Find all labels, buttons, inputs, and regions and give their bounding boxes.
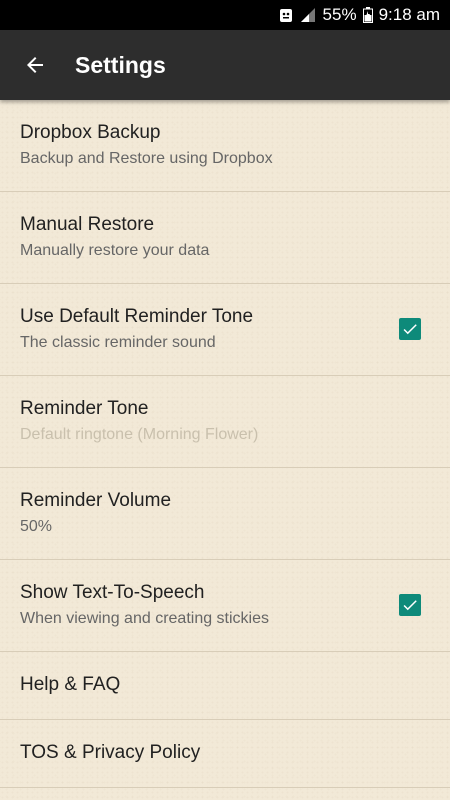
android-debug-icon (279, 7, 293, 23)
setting-tos-privacy[interactable]: TOS & Privacy Policy (0, 720, 450, 788)
setting-title: Reminder Tone (20, 398, 149, 419)
setting-reminder-volume[interactable]: Reminder Volume 50% (0, 468, 450, 560)
battery-percentage: 55% (322, 5, 357, 24)
text-to-speech-checkbox[interactable] (399, 594, 421, 616)
setting-dropbox-backup[interactable]: Dropbox Backup Backup and Restore using … (0, 100, 450, 192)
arrow-back-icon (27, 57, 43, 73)
default-tone-checkbox[interactable] (399, 318, 421, 340)
setting-title: Dropbox Backup (20, 122, 161, 143)
app-bar: Settings (0, 30, 450, 100)
setting-summary: When viewing and creating stickies (20, 610, 270, 627)
setting-help-faq[interactable]: Help & FAQ (0, 652, 450, 720)
checkmark-icon (403, 324, 417, 335)
setting-reminder-tone[interactable]: Reminder Tone Default ringtone (Morning … (0, 376, 450, 468)
setting-title: Manual Restore (20, 214, 155, 235)
clock: 9:18 am (378, 5, 440, 24)
setting-text-to-speech[interactable]: Show Text-To-Speech When viewing and cre… (0, 560, 450, 652)
page-title: Settings (75, 51, 166, 78)
setting-title: Reminder Volume (20, 490, 172, 511)
setting-default-reminder-tone[interactable]: Use Default Reminder Tone The classic re… (0, 284, 450, 376)
settings-list: Dropbox Backup Backup and Restore using … (0, 100, 450, 788)
setting-summary: Manually restore your data (20, 242, 210, 259)
setting-summary: The classic reminder sound (20, 334, 216, 351)
status-bar: 55% 9:18 am (0, 0, 450, 30)
setting-title: Use Default Reminder Tone (20, 306, 254, 327)
signal-icon (299, 7, 317, 23)
setting-manual-restore[interactable]: Manual Restore Manually restore your dat… (0, 192, 450, 284)
setting-summary: 50% (20, 518, 53, 535)
checkmark-icon (403, 600, 417, 611)
setting-title: TOS & Privacy Policy (20, 742, 201, 763)
setting-summary: Default ringtone (Morning Flower) (20, 426, 259, 443)
back-button[interactable] (0, 30, 70, 100)
setting-title: Help & FAQ (20, 674, 121, 695)
battery-icon (362, 7, 373, 23)
setting-summary: Backup and Restore using Dropbox (20, 150, 273, 167)
setting-title: Show Text-To-Speech (20, 582, 205, 603)
